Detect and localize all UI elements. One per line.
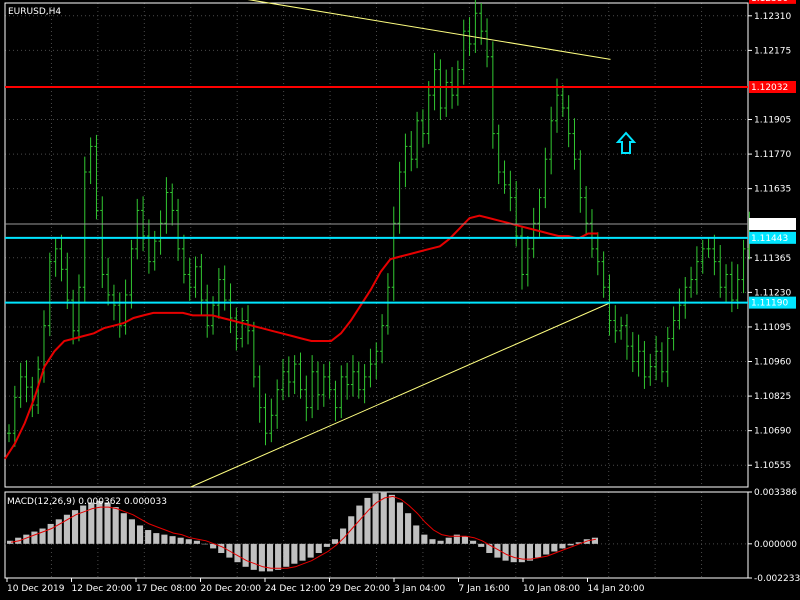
- x-tick-label: 10 Jan 08:00: [523, 584, 580, 594]
- macd-histogram-bar: [128, 519, 135, 544]
- macd-histogram-bar: [372, 493, 379, 544]
- macd-histogram-bar: [31, 531, 38, 544]
- macd-histogram-bar: [591, 537, 598, 544]
- macd-histogram-bar: [307, 543, 314, 558]
- macd-histogram-bar: [478, 543, 485, 547]
- y-tick-label: 1.11635: [754, 185, 791, 195]
- macd-histogram-bar: [169, 536, 176, 544]
- macd-histogram-bar: [543, 543, 550, 555]
- macd-histogram-bar: [145, 530, 152, 544]
- macd-y-tick-label: 0.003386: [754, 488, 797, 498]
- macd-histogram-bar: [470, 540, 477, 544]
- macd-histogram-bar: [201, 543, 209, 545]
- macd-histogram-bar: [104, 502, 111, 544]
- x-tick-label: 10 Dec 2019: [7, 584, 65, 594]
- moving-average-line: [4, 214, 598, 460]
- macd-histogram-bar: [47, 523, 54, 544]
- macd-histogram-bar: [161, 534, 168, 544]
- macd-histogram-bar: [535, 543, 542, 558]
- macd-histogram-bar: [445, 537, 452, 544]
- macd-histogram-bar: [551, 543, 558, 552]
- macd-y-tick-label: 0.000000: [754, 540, 797, 550]
- macd-histogram-bar: [559, 543, 566, 549]
- macd-histogram-bar: [437, 540, 444, 544]
- y-tick-label: 1.10825: [754, 392, 791, 402]
- y-tick-label: 1.10555: [754, 461, 791, 471]
- macd-histogram-bar: [112, 507, 119, 544]
- macd-histogram-bar: [331, 539, 339, 544]
- x-tick-label: 14 Jan 20:00: [588, 584, 645, 594]
- chart-area[interactable]: 1.12310 1.12175 1.11905 1.11770 1.11635 1.113…: [0, 0, 800, 600]
- macd-histogram-bar: [153, 533, 160, 544]
- macd-histogram-bar: [177, 537, 184, 544]
- signal-up-arrow-icon[interactable]: [615, 131, 637, 154]
- macd-histogram-bar: [413, 525, 420, 544]
- macd-histogram-bar: [234, 543, 241, 563]
- x-tick-label: 17 Dec 08:00: [136, 584, 197, 594]
- y-tick-label: 1.10690: [754, 427, 791, 437]
- macd-histogram-bar: [275, 543, 282, 570]
- x-tick-label: 29 Dec 20:00: [330, 584, 391, 594]
- y-tick-label: 1.12310: [754, 12, 791, 22]
- y-tick-label: 1.11365: [754, 254, 791, 264]
- macd-histogram-bar: [396, 502, 404, 544]
- macd-histogram-bar: [364, 497, 371, 544]
- macd-histogram-bar: [283, 543, 290, 567]
- macd-histogram-bar: [291, 543, 298, 564]
- y-tick-label: 1.11770: [754, 150, 791, 160]
- y-tick-label: 1.11095: [754, 323, 791, 333]
- macd-histogram-bar: [461, 536, 469, 544]
- price-level-label: 1.12380: [751, 0, 788, 4]
- symbol-title: EURUSD,H4: [8, 7, 61, 17]
- x-tick-label: 20 Dec 20:00: [201, 584, 262, 594]
- y-tick-label: 1.11905: [754, 116, 791, 126]
- macd-histogram-bar: [315, 543, 322, 554]
- x-tick-label: 7 Jan 16:00: [459, 584, 511, 594]
- x-tick-label: 3 Jan 04:00: [394, 584, 446, 594]
- y-tick-label: 1.10960: [754, 358, 791, 368]
- macd-histogram-bar: [405, 513, 412, 544]
- macd-indicator-label: MACD(12,26,9) 0.000362 0.000033: [7, 497, 167, 507]
- macd-histogram-bar: [421, 534, 428, 544]
- macd-histogram-bar: [185, 539, 192, 544]
- macd-histogram-bar: [356, 505, 363, 544]
- macd-histogram-bar: [323, 543, 330, 547]
- macd-histogram-bar: [567, 543, 574, 546]
- x-tick-label: 12 Dec 20:00: [72, 584, 133, 594]
- price-level-label: 1.11443: [751, 234, 788, 244]
- macd-histogram-bar: [250, 543, 257, 570]
- price-level-label: 1.12032: [751, 83, 788, 93]
- macd-histogram-bar: [510, 543, 517, 563]
- current-price-label: 1.11497: [751, 220, 788, 230]
- macd-histogram-bar: [242, 543, 249, 567]
- macd-histogram-bar: [299, 543, 306, 561]
- price-level-label: 1.11190: [751, 299, 788, 309]
- macd-histogram-bar: [526, 543, 534, 561]
- x-tick-label: 24 Dec 12:00: [265, 584, 326, 594]
- macd-histogram-bar: [429, 539, 436, 544]
- macd-y-tick-label: -0.002233: [754, 574, 800, 584]
- y-tick-label: 1.12175: [754, 46, 791, 56]
- macd-histogram-bar: [388, 494, 395, 544]
- macd-histogram-bar: [120, 513, 127, 544]
- macd-histogram-bar: [193, 540, 200, 544]
- macd-histogram-bar: [136, 525, 144, 544]
